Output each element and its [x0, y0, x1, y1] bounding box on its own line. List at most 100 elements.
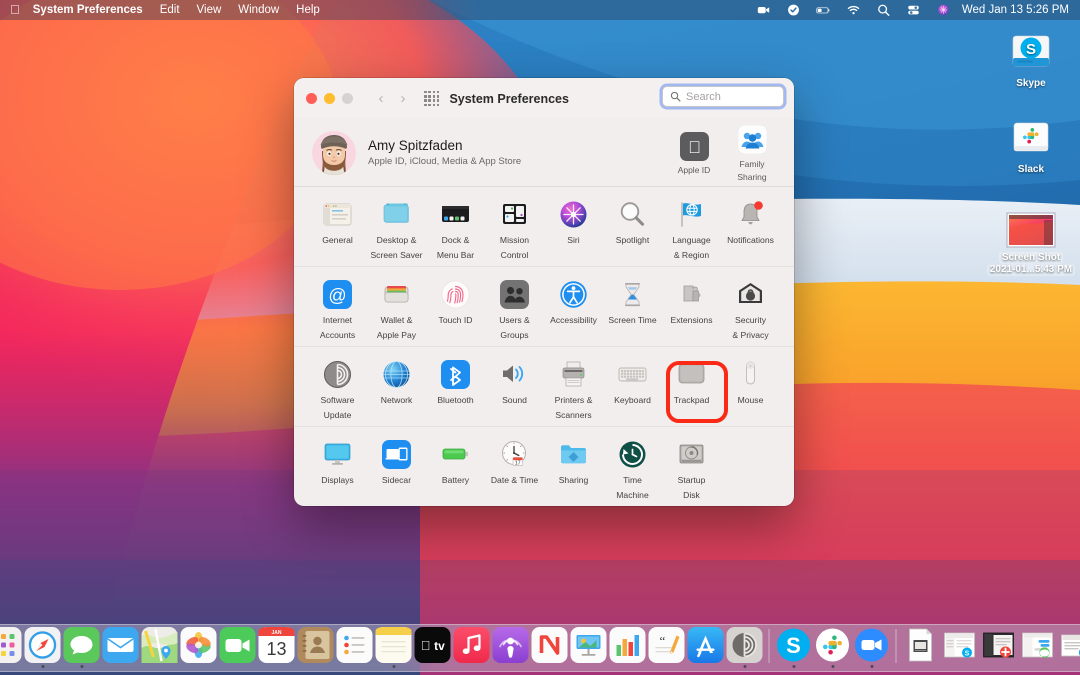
pref-label: Trackpad [674, 395, 710, 406]
pref-label: Mouse [738, 395, 764, 406]
pref-general[interactable]: General [308, 197, 367, 260]
language-region-icon [676, 197, 707, 231]
control-center-icon[interactable] [906, 3, 921, 17]
pref-label-line1: Desktop & [377, 235, 417, 246]
desktop-icon-skype[interactable]: S Skype [983, 22, 1079, 90]
pref-keyboard[interactable]: Keyboard [603, 357, 662, 420]
zoom-button[interactable] [342, 93, 353, 104]
pref-security-privacy[interactable]: Security & Privacy [721, 277, 780, 340]
pref-apple-id[interactable]:  Apple ID [668, 130, 720, 175]
dock-item-zoom[interactable] [853, 627, 891, 668]
dock-item-numbers[interactable] [609, 627, 647, 668]
dock-item-system-preferences[interactable] [726, 627, 764, 668]
menu-item-window[interactable]: Window [238, 4, 279, 16]
pref-screen-time[interactable]: Screen Time [603, 277, 662, 340]
pref-users-groups[interactable]: Users & Groups [485, 277, 544, 340]
pref-sidecar[interactable]: Sidecar [367, 437, 426, 500]
pref-notifications[interactable]: Notifications [721, 197, 780, 260]
pref-label: Apple ID [668, 165, 720, 175]
apple-id-user-row[interactable]: Amy Spitzfaden Apple ID, iCloud, Media &… [294, 119, 794, 187]
pref-sharing[interactable]: Sharing [544, 437, 603, 500]
dock-item-contacts[interactable] [297, 627, 335, 668]
dock-item-appletv[interactable]:  tv [414, 627, 452, 668]
show-all-grid-icon[interactable] [424, 91, 439, 106]
dock-item-facetime[interactable] [219, 627, 257, 668]
dock-item-podcasts[interactable] [492, 627, 530, 668]
menu-item-app-name[interactable]: System Preferences [33, 4, 143, 16]
close-button[interactable] [306, 93, 317, 104]
menu-item-help[interactable]: Help [296, 4, 320, 16]
spotlight-search-icon[interactable] [876, 3, 891, 17]
pref-battery[interactable]: Battery [426, 437, 485, 500]
dock-item-reminders[interactable] [336, 627, 374, 668]
dock-item-pages[interactable]: “ [648, 627, 686, 668]
pref-internet-accounts[interactable]: @ Internet Accounts [308, 277, 367, 340]
pref-family-sharing[interactable]: Family Sharing [726, 124, 778, 182]
apple-id-icon:  [668, 130, 720, 162]
pref-spotlight[interactable]: Spotlight [603, 197, 662, 260]
menu-item-edit[interactable]: Edit [160, 4, 180, 16]
dock-item-launchpad[interactable] [0, 627, 23, 668]
dock-item-news[interactable] [531, 627, 569, 668]
pref-wallet-applepay[interactable]: Wallet & Apple Pay [367, 277, 426, 340]
pref-label: Keyboard [614, 395, 651, 406]
siri-icon[interactable] [936, 3, 951, 17]
pref-startup-disk[interactable]: Startup Disk [662, 437, 721, 500]
dock-item-app-store[interactable] [687, 627, 725, 668]
dock-item-mail[interactable] [102, 627, 140, 668]
dock-item-dark-screenshot[interactable] [980, 627, 1018, 668]
dock-item-notes[interactable] [375, 627, 413, 668]
pref-touch-id[interactable]: Touch ID [426, 277, 485, 340]
dock-item-skype-screenshot[interactable]: S [941, 627, 979, 668]
back-button[interactable]: ‹ [372, 90, 390, 107]
pref-trackpad[interactable]: Trackpad [662, 357, 721, 420]
checkmark-badge-icon[interactable] [786, 3, 801, 17]
dock-item-maps[interactable] [141, 627, 179, 668]
dock-item-messages[interactable] [63, 627, 101, 668]
pref-time-machine[interactable]: Time Machine [603, 437, 662, 500]
desktop-icon-screenshot[interactable]: Screen Shot 2021-01...5.43 PM [983, 196, 1079, 276]
pref-desktop-screensaver[interactable]: Desktop & Screen Saver [367, 197, 426, 260]
zoom-video-icon[interactable] [756, 3, 771, 17]
pref-network[interactable]: Network [367, 357, 426, 420]
minimize-button[interactable] [324, 93, 335, 104]
wifi-icon[interactable] [846, 3, 861, 17]
apple-logo-icon[interactable]:  [10, 3, 20, 16]
safari-icon [25, 627, 61, 663]
running-indicator [392, 665, 395, 668]
dock-item-skype[interactable]: S [775, 627, 813, 668]
menubar-clock[interactable]: Wed Jan 13 5:26 PM [962, 4, 1069, 16]
pref-language-region[interactable]: Language & Region [662, 197, 721, 260]
dock-item-safari-screenshot[interactable] [1058, 627, 1080, 668]
pref-bluetooth[interactable]: Bluetooth [426, 357, 485, 420]
spotlight-icon [617, 197, 648, 231]
dock-item-safari[interactable] [24, 627, 62, 668]
menu-item-view[interactable]: View [197, 4, 222, 16]
pref-accessibility[interactable]: Accessibility [544, 277, 603, 340]
pref-sound[interactable]: Sound [485, 357, 544, 420]
pref-printers-scanners[interactable]: Printers & Scanners [544, 357, 603, 420]
search-field[interactable]: Search [662, 86, 784, 107]
dock-item-music[interactable] [453, 627, 491, 668]
battery-icon[interactable] [816, 3, 831, 17]
avatar[interactable] [312, 131, 356, 175]
running-indicator [704, 665, 707, 668]
running-indicator [41, 665, 44, 668]
dock-item-photos[interactable] [180, 627, 218, 668]
pref-mission-control[interactable]: Mission Control [485, 197, 544, 260]
dock-item-slack[interactable] [814, 627, 852, 668]
dock-item-messages-screenshot[interactable] [1019, 627, 1057, 668]
dock-item-keynote[interactable] [570, 627, 608, 668]
pref-software-update[interactable]: Software Update [308, 357, 367, 420]
dock-item-calendar[interactable]: JAN 13 [258, 627, 296, 668]
pref-extensions[interactable]: Extensions [662, 277, 721, 340]
pref-mouse[interactable]: Mouse [721, 357, 780, 420]
pref-date-time[interactable]: 17 Date & Time [485, 437, 544, 500]
forward-button[interactable]: › [394, 90, 412, 107]
pref-siri[interactable]: Siri [544, 197, 603, 260]
dock-item-document[interactable] [902, 627, 940, 668]
wallet-applepay-icon [381, 277, 412, 311]
pref-dock-menubar[interactable]: Dock & Menu Bar [426, 197, 485, 260]
pref-displays[interactable]: Displays [308, 437, 367, 500]
desktop-icon-slack[interactable]: Slack [983, 108, 1079, 176]
